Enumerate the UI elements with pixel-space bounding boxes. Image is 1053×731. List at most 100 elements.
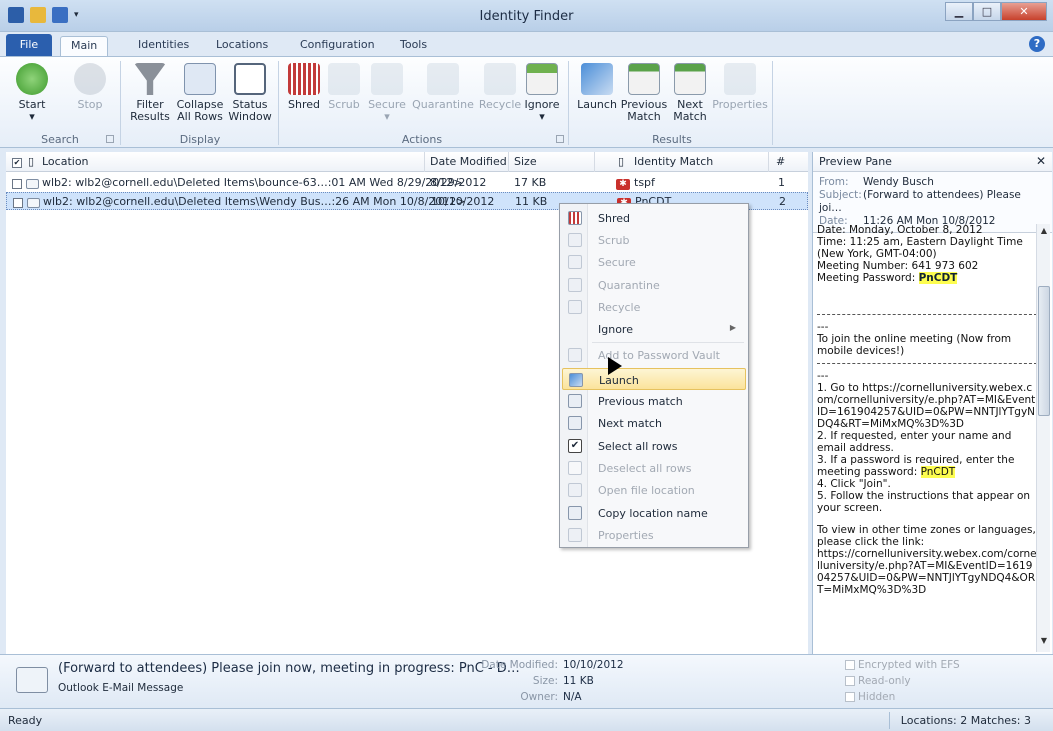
checkbox-icon: [568, 461, 582, 475]
quarantine-icon: [568, 278, 582, 292]
details-size: 11 KB: [563, 675, 594, 687]
preview-pane-title: Preview Pane: [819, 155, 892, 168]
details-type: Outlook E-Mail Message: [58, 682, 184, 694]
tab-locations[interactable]: Locations: [206, 36, 278, 56]
ribbon: Start ▾ Stop Filter Results Collapse All Ro…: [0, 56, 1053, 148]
dialog-launcher-icon[interactable]: [106, 135, 114, 143]
details-pane: (Forward to attendees) Please join now, …: [0, 654, 1053, 708]
start-button[interactable]: Start ▾: [12, 63, 52, 123]
menu-item-deselect-all-rows[interactable]: Deselect all rows: [562, 457, 746, 479]
window-controls: ▁ □ ✕: [945, 2, 1047, 21]
stop-button[interactable]: Stop: [70, 63, 110, 111]
menu-item-launch[interactable]: Launch: [562, 368, 746, 390]
quarantine-icon: [427, 63, 459, 95]
document-icon: ▯: [618, 155, 625, 168]
scrub-icon: [568, 233, 582, 247]
context-menu: Shred Scrub Secure Quarantine Recycle Ig…: [559, 203, 749, 548]
preview-scrollbar[interactable]: ▲ ▼: [1036, 224, 1050, 652]
group-label-search: Search: [41, 133, 79, 146]
previous-match-button[interactable]: Previous Match: [620, 63, 668, 123]
menu-item-add-to-password-vault[interactable]: Add to Password Vault: [562, 344, 746, 366]
menu-item-next-match[interactable]: Next match: [562, 412, 746, 434]
collapse-all-rows-button[interactable]: Collapse All Rows: [175, 63, 225, 123]
menu-item-quarantine[interactable]: Quarantine: [562, 274, 746, 296]
column-size[interactable]: Size: [514, 155, 537, 168]
maximize-button[interactable]: □: [973, 2, 1001, 21]
next-icon: [568, 416, 582, 430]
shred-button[interactable]: Shred: [284, 63, 324, 111]
details-date-modified: 10/10/2012: [563, 659, 624, 671]
recycle-icon: [484, 63, 516, 95]
shred-icon: [568, 211, 582, 225]
menu-item-secure[interactable]: Secure: [562, 251, 746, 273]
menu-item-properties[interactable]: Properties: [562, 524, 746, 546]
secure-icon: [568, 255, 582, 269]
email-message-icon: [16, 667, 48, 693]
menu-item-ignore[interactable]: Ignore ▶: [562, 318, 746, 340]
quarantine-button[interactable]: Quarantine: [410, 63, 476, 111]
menu-item-recycle[interactable]: Recycle: [562, 296, 746, 318]
scroll-thumb[interactable]: [1038, 286, 1050, 416]
menu-item-shred[interactable]: Shred: [562, 207, 746, 229]
status-counts: Locations: 2 Matches: 3: [900, 714, 1031, 727]
next-match-button[interactable]: Next Match: [670, 63, 710, 123]
scroll-up-icon[interactable]: ▲: [1038, 226, 1050, 240]
column-identity-match[interactable]: Identity Match: [634, 155, 713, 168]
group-separator: [772, 61, 773, 145]
ignore-icon: [526, 63, 558, 95]
menu-item-previous-match[interactable]: Previous match: [562, 390, 746, 412]
grid-header: ✔ ▯ Location Date Modified Size ▯ Identi…: [6, 152, 808, 172]
menu-item-copy-location-name[interactable]: Copy location name: [562, 502, 746, 524]
cell-count: 2: [779, 195, 786, 208]
funnel-icon: [134, 63, 166, 95]
launch-icon: [569, 373, 583, 387]
tab-main[interactable]: Main: [60, 36, 109, 56]
menu-item-open-file-location[interactable]: Open file location: [562, 479, 746, 501]
scroll-down-icon[interactable]: ▼: [1038, 636, 1050, 650]
scrub-button[interactable]: Scrub: [326, 63, 362, 111]
select-all-checkbox[interactable]: ✔: [12, 155, 22, 168]
filter-results-button[interactable]: Filter Results: [128, 63, 172, 123]
mouse-cursor-icon: [608, 357, 622, 375]
shred-icon: [288, 63, 320, 95]
recycle-button[interactable]: Recycle: [478, 63, 522, 111]
column-location[interactable]: Location: [42, 155, 89, 168]
group-label-results: Results: [652, 133, 692, 146]
encrypted-checkbox: Encrypted with EFS: [845, 659, 960, 671]
window-icon: [234, 63, 266, 95]
ignore-button[interactable]: Ignore ▾: [522, 63, 562, 123]
table-row[interactable]: wlb2: wlb2@cornell.edu\Deleted Items\bou…: [6, 174, 808, 192]
password-highlight: PnCDT: [918, 272, 958, 284]
cell-size: 11 KB: [515, 195, 548, 208]
tab-identities[interactable]: Identities: [128, 36, 199, 56]
properties-button[interactable]: Properties: [712, 63, 768, 111]
checkbox-checked-icon: ✔: [568, 439, 582, 453]
hidden-checkbox: Hidden: [845, 691, 895, 703]
preview-pane-header: Preview Pane ✕: [813, 152, 1052, 172]
cell-location: wlb2: wlb2@cornell.edu\Deleted Items\Wen…: [43, 195, 466, 208]
status-bar: Ready Locations: 2 Matches: 3: [0, 708, 1053, 731]
secure-button[interactable]: Secure ▾: [366, 63, 408, 123]
minimize-button[interactable]: ▁: [945, 2, 973, 21]
close-icon[interactable]: ✕: [1036, 154, 1046, 168]
column-count[interactable]: #: [776, 155, 785, 168]
group-label-actions: Actions: [401, 133, 443, 146]
tab-file[interactable]: File: [6, 34, 52, 56]
clipboard-icon: [568, 506, 582, 520]
previous-icon: [628, 63, 660, 95]
column-date-modified[interactable]: Date Modified: [430, 155, 507, 168]
details-subject: (Forward to attendees) Please join now, …: [58, 661, 520, 676]
details-owner: N/A: [563, 691, 582, 703]
help-icon[interactable]: ?: [1029, 36, 1045, 52]
menu-item-scrub[interactable]: Scrub: [562, 229, 746, 251]
stop-icon: [74, 63, 106, 95]
launch-button[interactable]: Launch: [576, 63, 618, 111]
menu-item-select-all-rows[interactable]: ✔ Select all rows: [562, 435, 746, 457]
previous-icon: [568, 394, 582, 408]
tab-configuration[interactable]: Configuration: [290, 36, 385, 56]
status-window-button[interactable]: Status Window: [228, 63, 272, 123]
dialog-launcher-icon[interactable]: [556, 135, 564, 143]
close-button[interactable]: ✕: [1001, 2, 1047, 21]
cell-size: 17 KB: [514, 176, 547, 189]
tab-tools[interactable]: Tools: [390, 36, 437, 56]
